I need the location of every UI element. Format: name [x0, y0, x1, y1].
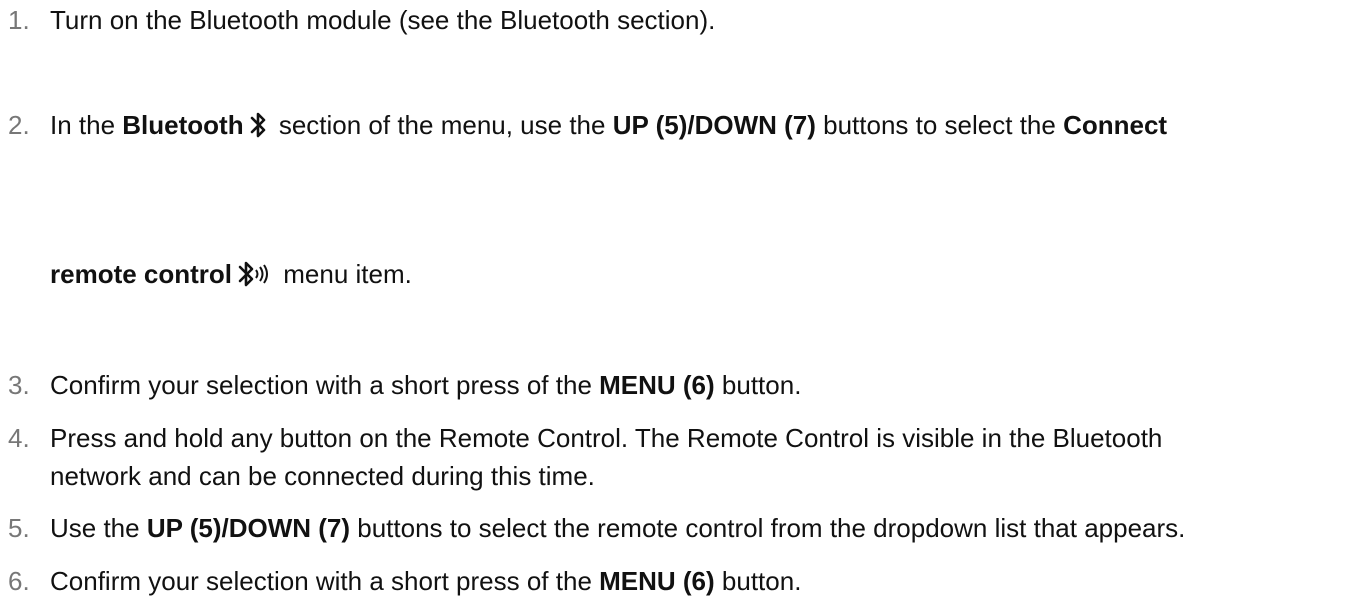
- bold-text: Connect: [1063, 110, 1168, 140]
- bluetooth-icon: [246, 109, 270, 141]
- text-segment: button.: [714, 566, 802, 596]
- bluetooth-remote-icon: [234, 258, 274, 290]
- step-text: remote control menu item.: [50, 255, 412, 293]
- bold-text: Bluetooth: [122, 110, 244, 140]
- step-text: Turn on the Bluetooth module (see the Bl…: [50, 1, 715, 39]
- text-segment: button.: [714, 370, 802, 400]
- text-segment: Confirm your selection with a short pres…: [50, 566, 600, 596]
- text-segment: buttons to select the: [815, 110, 1064, 140]
- text-segment: Turn on the Bluetooth module (see the: [50, 5, 500, 35]
- bold-text: MENU (6): [599, 566, 715, 596]
- bold-text: remote control: [50, 259, 233, 289]
- step-number: 5.: [8, 513, 30, 543]
- text-segment: menu item.: [276, 259, 412, 289]
- step-text: Confirm your selection with a short pres…: [50, 366, 801, 404]
- step-text: Confirm your selection with a short pres…: [50, 562, 801, 600]
- step-number: 1.: [8, 5, 30, 35]
- text-segment: Bluetooth: [500, 5, 610, 35]
- step-number: 4.: [8, 423, 30, 453]
- text-segment: Confirm your selection with a short pres…: [50, 370, 600, 400]
- step-number: 2.: [8, 110, 30, 140]
- text-segment: buttons to select the remote control fro…: [350, 513, 1186, 543]
- step-number: 6.: [8, 566, 30, 596]
- bold-text: UP (5)/DOWN (7): [612, 110, 816, 140]
- bold-text: MENU (6): [599, 370, 715, 400]
- text-segment: section).: [609, 5, 716, 35]
- bold-text: UP (5)/DOWN (7): [146, 513, 351, 543]
- step-text: Use the UP (5)/DOWN (7) buttons to selec…: [50, 509, 1185, 547]
- text-segment: section of the menu, use the: [271, 110, 613, 140]
- step-text: In the Bluetooth section of the menu, us…: [50, 106, 1167, 144]
- step-text: network and can be connected during this…: [50, 461, 595, 491]
- text-segment: Use the: [50, 513, 147, 543]
- step-number: 3.: [8, 370, 30, 400]
- step-text: Press and hold any button on the Remote …: [50, 423, 1163, 453]
- text-segment: In the: [50, 110, 123, 140]
